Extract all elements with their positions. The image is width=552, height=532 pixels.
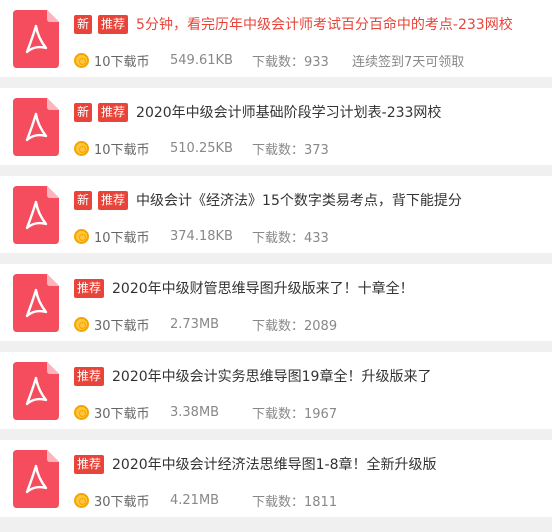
download-count: 下载数：1811 [252, 494, 338, 510]
list-item[interactable]: 新 推荐 2020年中级会计师基础阶段学习计划表-233网校 10下载币 510… [0, 88, 552, 165]
coin-icon [74, 492, 89, 508]
recommend-badge: 推荐 [74, 366, 105, 386]
recommend-badge: 推荐 [98, 14, 129, 34]
download-count: 下载数：373 [252, 142, 329, 158]
pdf-file-icon [13, 450, 59, 508]
pdf-file-icon [13, 274, 59, 332]
cost-label: 30下载币 [94, 318, 150, 334]
pdf-file-icon [13, 362, 59, 420]
resource-list: 新 推荐 5分钟，看完历年中级会计师考试百分百命中的考点-233网校 10下载币… [0, 0, 552, 517]
item-title-link[interactable]: 2020年中级财管思维导图升级版来了！十章全！ [112, 278, 414, 298]
coin-icon [74, 228, 89, 244]
coin-icon [74, 404, 89, 420]
list-item[interactable]: 推荐 2020年中级会计经济法思维导图1-8章！全新升级版 30下载币 4.21… [0, 440, 552, 517]
item-title-link[interactable]: 中级会计《经济法》15个数字类易考点，背下能提分 [136, 190, 462, 210]
pdf-file-icon [13, 98, 59, 156]
coin-icon [74, 140, 89, 156]
recommend-badge: 推荐 [74, 278, 105, 298]
new-badge: 新 [74, 102, 93, 122]
file-size: 2.73MB [170, 316, 220, 332]
file-size: 510.25KB [170, 140, 233, 156]
new-badge: 新 [74, 190, 93, 210]
recommend-badge: 推荐 [98, 190, 129, 210]
item-title-link[interactable]: 2020年中级会计经济法思维导图1-8章！全新升级版 [112, 454, 437, 474]
cost-label: 10下载币 [94, 54, 150, 70]
download-count: 下载数：933 [252, 54, 329, 70]
download-count: 下载数：2089 [252, 318, 338, 334]
new-badge: 新 [74, 14, 93, 34]
signin-note: 连续签到7天可领取 [352, 54, 465, 70]
list-item[interactable]: 推荐 2020年中级财管思维导图升级版来了！十章全！ 30下载币 2.73MB … [0, 264, 552, 341]
pdf-file-icon [13, 186, 59, 244]
item-title-link[interactable]: 2020年中级会计实务思维导图19章全！升级版来了 [112, 366, 431, 386]
cost-label: 10下载币 [94, 230, 150, 246]
download-count: 下载数：433 [252, 230, 329, 246]
download-count: 下载数：1967 [252, 406, 338, 422]
recommend-badge: 推荐 [98, 102, 129, 122]
list-item[interactable]: 新 推荐 5分钟，看完历年中级会计师考试百分百命中的考点-233网校 10下载币… [0, 0, 552, 77]
file-size: 549.61KB [170, 52, 233, 68]
file-size: 4.21MB [170, 492, 220, 508]
item-title-link[interactable]: 2020年中级会计师基础阶段学习计划表-233网校 [136, 102, 441, 122]
recommend-badge: 推荐 [74, 454, 105, 474]
list-item[interactable]: 新 推荐 中级会计《经济法》15个数字类易考点，背下能提分 10下载币 374.… [0, 176, 552, 253]
coin-icon [74, 316, 89, 332]
pdf-file-icon [13, 10, 59, 68]
cost-label: 10下载币 [94, 142, 150, 158]
list-item[interactable]: 推荐 2020年中级会计实务思维导图19章全！升级版来了 30下载币 3.38M… [0, 352, 552, 429]
cost-label: 30下载币 [94, 494, 150, 510]
cost-label: 30下载币 [94, 406, 150, 422]
file-size: 3.38MB [170, 404, 220, 420]
file-size: 374.18KB [170, 228, 233, 244]
item-title-link[interactable]: 5分钟，看完历年中级会计师考试百分百命中的考点-233网校 [136, 14, 513, 34]
coin-icon [74, 52, 89, 68]
